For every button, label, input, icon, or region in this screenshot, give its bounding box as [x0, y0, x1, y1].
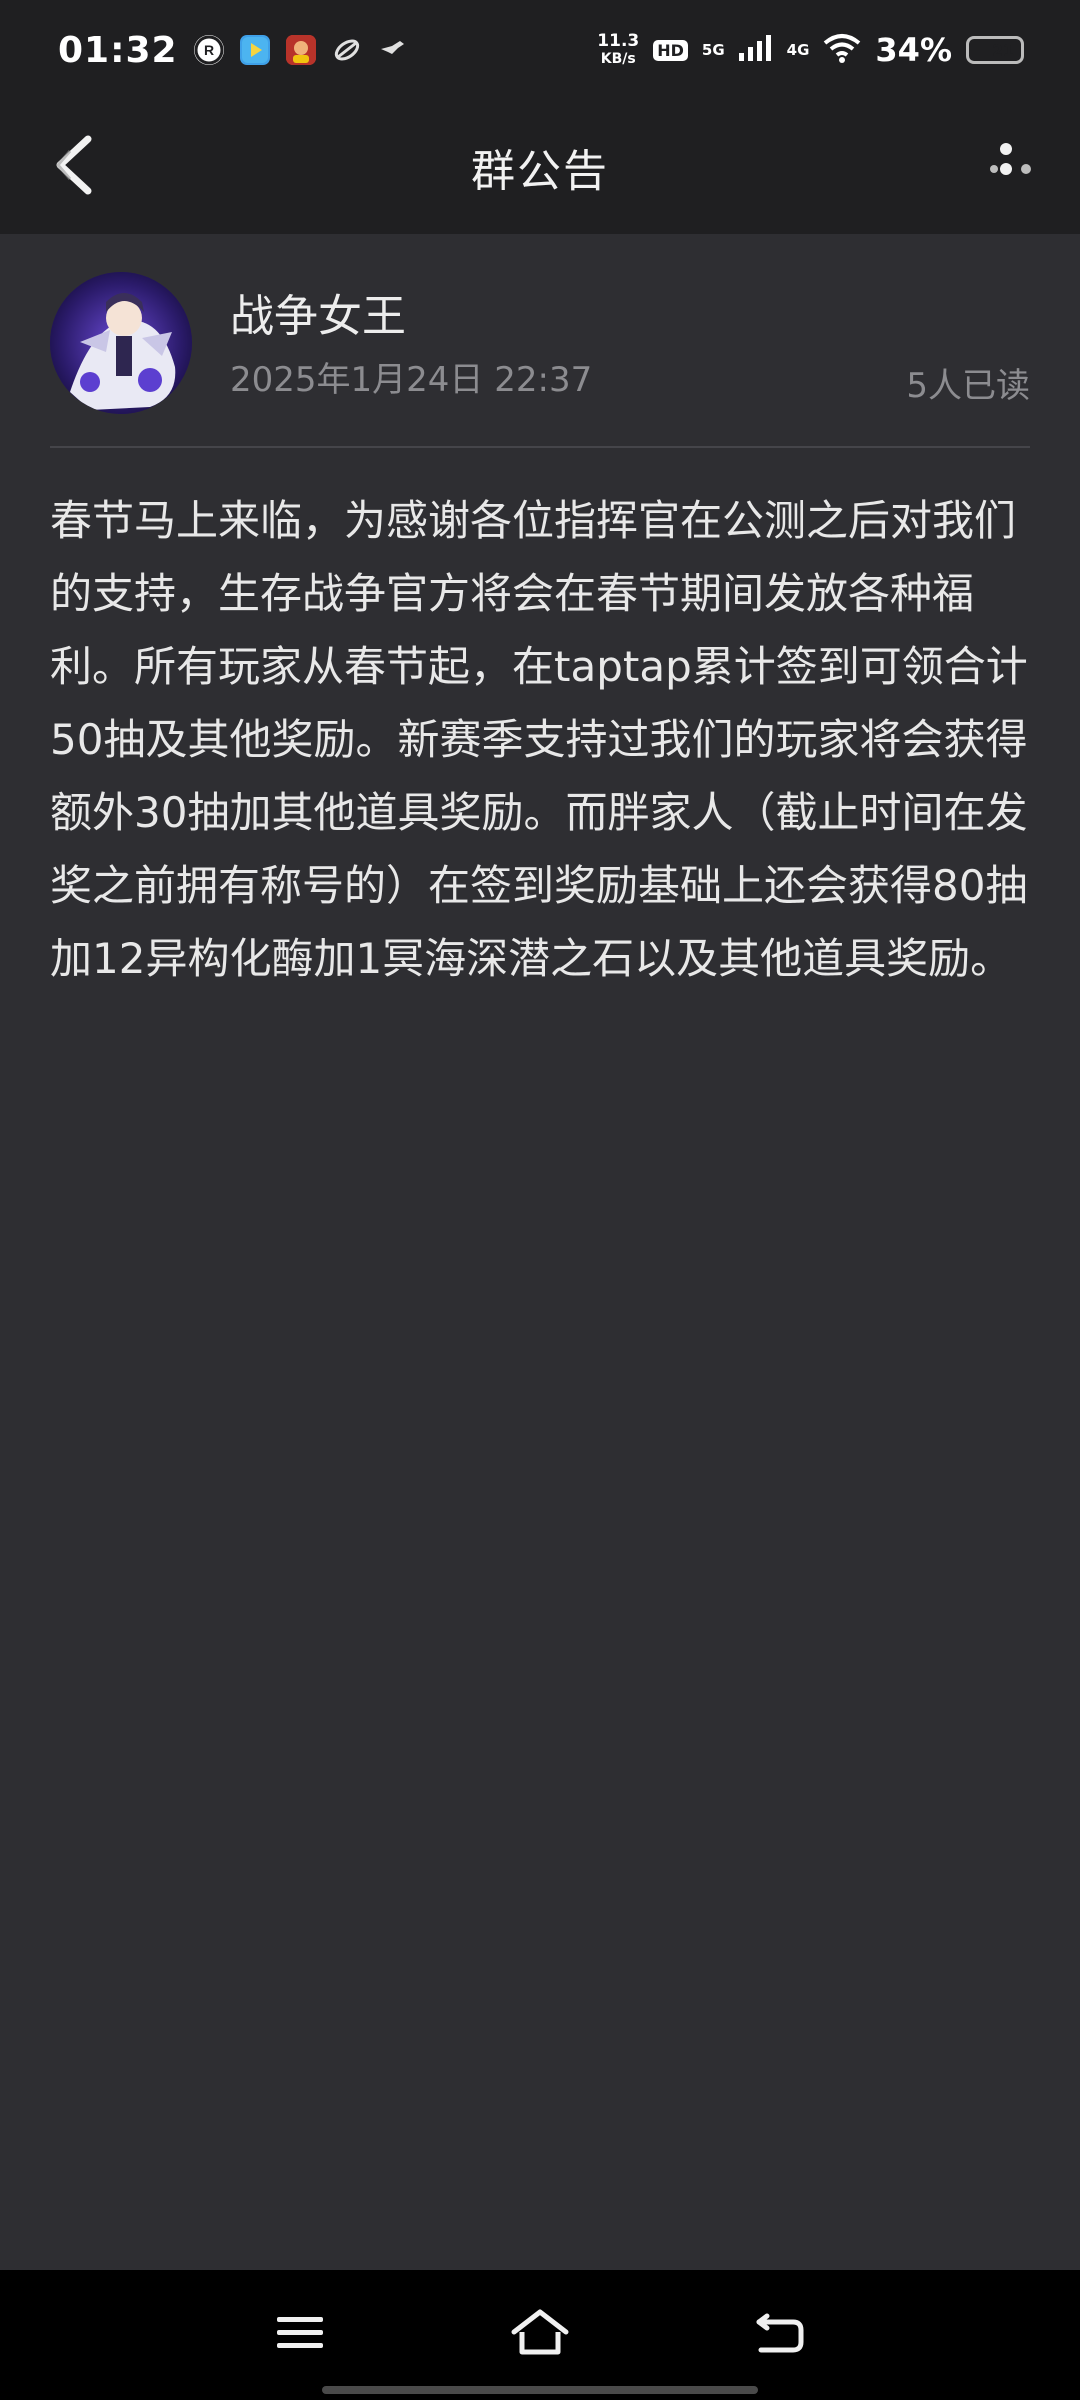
network-speed-unit: KB/s: [600, 51, 636, 67]
wifi-icon: [823, 33, 861, 67]
nav-home-button[interactable]: [500, 2295, 580, 2375]
battery-percent: 34%: [875, 31, 952, 69]
bird-icon: [378, 35, 408, 65]
signal-bars-icon: [738, 35, 773, 65]
home-icon: [510, 2308, 570, 2362]
link-icon: [332, 35, 362, 65]
read-count[interactable]: 5人已读: [906, 358, 1030, 407]
nav-menu-button[interactable]: [260, 2295, 340, 2375]
signal-4g-label: 4G: [786, 41, 810, 59]
announcement-screen: 01:32 R 11.3 KB/s HD 5G 4G 34% 21 群公告 战争…: [0, 0, 1080, 2400]
battery-icon: 21: [966, 36, 1024, 64]
media-player-icon: [239, 35, 270, 65]
post-timestamp: 2025年1月24日 22:37: [230, 360, 593, 400]
rk-icon: R: [193, 35, 224, 65]
announcement-content: 战争女王 2025年1月24日 22:37 5人已读 春节马上来临，为感谢各位指…: [0, 234, 1080, 2270]
more-options-button[interactable]: [970, 127, 1050, 207]
back-button[interactable]: [36, 127, 116, 207]
system-nav-bar: [0, 2270, 1080, 2400]
game-avatar-icon: [285, 35, 316, 65]
nav-back-button[interactable]: [740, 2295, 820, 2375]
home-indicator[interactable]: [322, 2386, 758, 2394]
page-title: 群公告: [471, 146, 609, 197]
header-bar: 群公告: [0, 100, 1080, 234]
status-left: 01:32 R: [58, 30, 408, 71]
battery-level-text: 21: [991, 40, 1015, 60]
status-right: 11.3 KB/s HD 5G 4G 34% 21: [597, 31, 1024, 69]
announcement-body: 春节马上来临，为感谢各位指挥官在公测之后对我们的支持，生存战争官方将会在春节期间…: [50, 496, 1028, 983]
back-arrow-icon: [753, 2310, 807, 2360]
svg-text:R: R: [204, 42, 214, 58]
signal-5g-label: 5G: [701, 41, 725, 59]
avatar[interactable]: [50, 272, 192, 414]
status-bar: 01:32 R 11.3 KB/s HD 5G 4G 34% 21: [0, 0, 1080, 100]
status-time: 01:32: [58, 29, 178, 71]
menu-icon: [275, 2313, 325, 2357]
chevron-left-icon: [48, 133, 104, 201]
network-speed: 11.3 KB/s: [597, 32, 639, 68]
more-dots-icon: [980, 135, 1040, 199]
divider: [50, 446, 1030, 448]
network-speed-value: 11.3: [597, 31, 640, 51]
hd-badge: HD: [653, 39, 688, 61]
author-name: 战争女王: [230, 291, 406, 342]
author-row: 战争女王 2025年1月24日 22:37 5人已读: [50, 272, 1030, 414]
